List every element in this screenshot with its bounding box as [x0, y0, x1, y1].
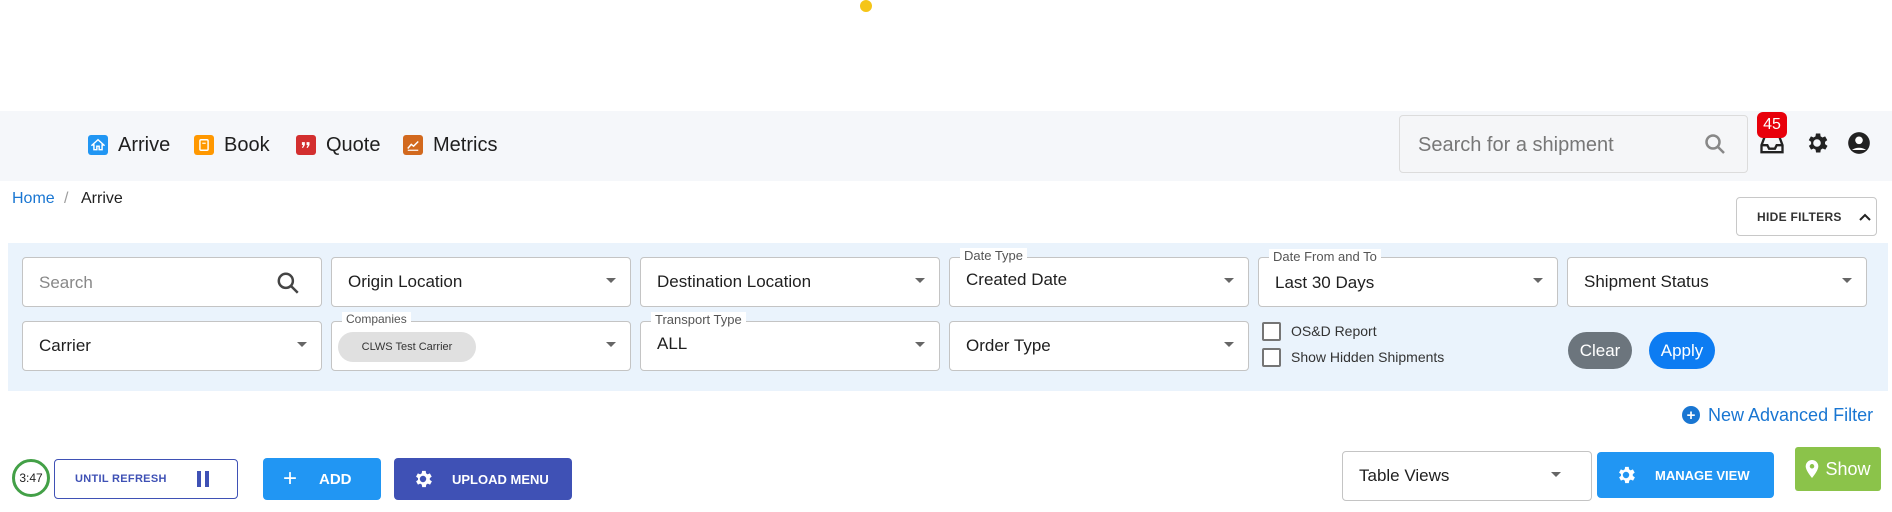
new-advanced-filter-label: New Advanced Filter	[1708, 404, 1874, 425]
dropdown-arrow-icon	[606, 278, 616, 283]
nav-label: Arrive	[118, 133, 171, 156]
show-hidden-checkbox-row[interactable]: Show Hidden Shipments	[1262, 347, 1444, 367]
show-hidden-checkbox[interactable]	[1262, 347, 1281, 367]
nav-label: Quote	[326, 133, 381, 156]
nav-label: Book	[224, 133, 270, 156]
book-icon	[194, 135, 214, 155]
table-views-select[interactable]: Table Views	[1342, 451, 1592, 501]
clear-button[interactable]: Clear	[1568, 332, 1632, 369]
home-icon	[88, 135, 108, 155]
breadcrumb-separator: /	[64, 190, 69, 207]
date-range-select[interactable]: Date From and To Last 30 Days	[1258, 249, 1558, 307]
plus-circle-icon: +	[1682, 406, 1700, 424]
loading-indicator	[860, 0, 872, 12]
search-icon[interactable]	[1703, 132, 1727, 156]
manage-view-button[interactable]: MANAGE VIEW	[1597, 452, 1774, 498]
until-refresh-label: UNTIL REFRESH	[75, 473, 167, 485]
refresh-timer: 3:47	[12, 459, 50, 497]
nav-label: Metrics	[433, 133, 498, 156]
transport-type-select[interactable]: Transport Type ALL	[640, 312, 940, 371]
filter-search-input[interactable]	[39, 271, 259, 295]
chart-icon	[403, 135, 423, 155]
osd-report-checkbox-row[interactable]: OS&D Report	[1262, 321, 1377, 341]
gear-icon[interactable]	[1804, 130, 1830, 156]
date-type-label: Date Type	[960, 248, 1028, 263]
company-chip[interactable]: CLWS Test Carrier	[338, 332, 476, 362]
dropdown-arrow-icon	[1224, 278, 1234, 283]
date-type-select[interactable]: Date Type Created Date	[949, 248, 1249, 307]
upload-menu-label: UPLOAD MENU	[452, 471, 549, 487]
filter-search-field	[22, 257, 322, 307]
gear-icon	[416, 470, 432, 488]
search-icon[interactable]	[275, 270, 301, 296]
dropdown-arrow-icon	[1533, 278, 1543, 283]
dropdown-arrow-icon	[915, 278, 925, 283]
dropdown-arrow-icon	[606, 342, 616, 347]
plus-icon: +	[283, 465, 298, 492]
osd-report-label: OS&D Report	[1291, 323, 1377, 339]
osd-report-checkbox[interactable]	[1262, 321, 1281, 341]
nav-item-quote[interactable]: Quote	[296, 132, 380, 158]
dropdown-arrow-icon	[1551, 472, 1561, 477]
quote-icon	[296, 135, 316, 155]
nav-item-book[interactable]: Book	[194, 132, 270, 158]
date-range-label: Date From and To	[1269, 249, 1381, 264]
companies-select[interactable]: Companies CLWS Test Carrier	[331, 312, 631, 371]
breadcrumb-home[interactable]: Home	[12, 190, 55, 208]
dropdown-arrow-icon	[297, 342, 307, 347]
gear-icon	[1619, 466, 1635, 484]
pause-icon	[196, 471, 209, 487]
show-hidden-label: Show Hidden Shipments	[1291, 349, 1445, 365]
transport-type-label: Transport Type	[651, 312, 746, 327]
dropdown-arrow-icon	[1842, 278, 1852, 283]
nav-item-metrics[interactable]: Metrics	[403, 132, 497, 158]
breadcrumb-current: Arrive	[81, 190, 123, 207]
show-map-button[interactable]: Show	[1795, 447, 1881, 491]
manage-view-label: MANAGE VIEW	[1655, 467, 1750, 483]
shipment-search-input[interactable]	[1418, 130, 1698, 160]
dropdown-arrow-icon	[1224, 342, 1234, 347]
destination-location-select[interactable]: Destination Location	[640, 257, 940, 307]
dropdown-arrow-icon	[915, 342, 925, 347]
new-advanced-filter-link[interactable]: + New Advanced Filter	[1682, 404, 1873, 426]
chevron-up-icon	[1859, 213, 1871, 221]
add-button[interactable]: + ADD	[263, 458, 381, 500]
origin-location-select[interactable]: Origin Location	[331, 257, 631, 307]
order-type-select[interactable]: Order Type	[949, 321, 1249, 371]
add-label: ADD	[319, 470, 352, 488]
shipment-search-box	[1399, 115, 1748, 173]
apply-button[interactable]: Apply	[1649, 332, 1715, 369]
hide-filters-button[interactable]: HIDE FILTERS	[1736, 197, 1877, 236]
show-label: Show	[1825, 458, 1871, 479]
nav-item-arrive[interactable]: Arrive	[88, 132, 170, 158]
until-refresh-button[interactable]: UNTIL REFRESH	[54, 459, 238, 499]
account-icon[interactable]	[1846, 130, 1872, 156]
map-pin-icon	[1806, 460, 1819, 478]
upload-menu-button[interactable]: UPLOAD MENU	[394, 458, 572, 500]
carrier-select[interactable]: Carrier	[22, 321, 322, 371]
hide-filters-label: HIDE FILTERS	[1757, 209, 1842, 224]
companies-label: Companies	[342, 312, 411, 326]
notification-badge: 45	[1757, 112, 1787, 138]
shipment-status-select[interactable]: Shipment Status	[1567, 257, 1867, 307]
